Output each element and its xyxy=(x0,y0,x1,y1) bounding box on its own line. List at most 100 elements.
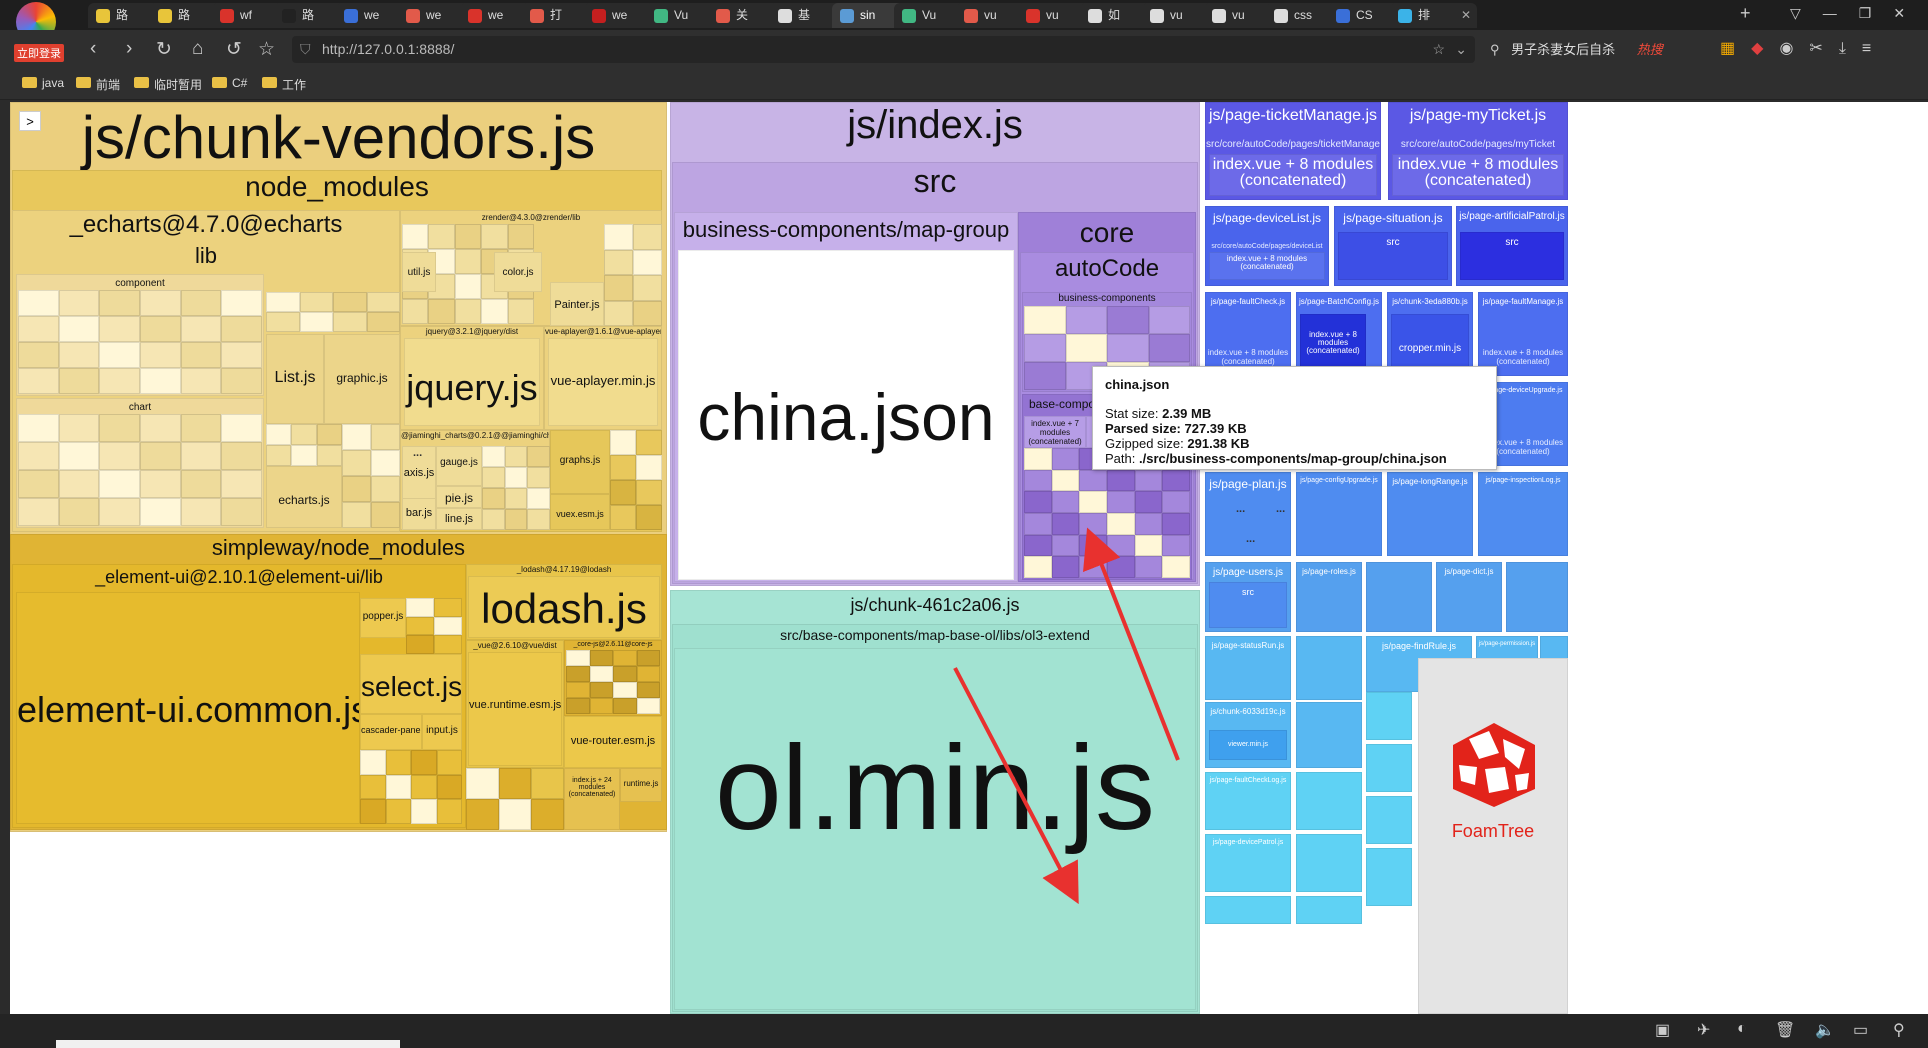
zrender-cell[interactable] xyxy=(454,299,482,324)
echarts-js[interactable]: echarts.js xyxy=(266,466,342,528)
business-cell[interactable] xyxy=(1065,306,1107,334)
base-cell[interactable] xyxy=(1107,491,1135,513)
echarts-misc[interactable] xyxy=(299,292,333,312)
page-misc[interactable] xyxy=(1205,896,1291,924)
vue-aplayer-js[interactable]: vue-aplayer.min.js xyxy=(548,338,658,426)
jiaminghi-cell[interactable] xyxy=(527,488,550,509)
jiaminghi-cell[interactable] xyxy=(504,488,528,509)
corejs-cell[interactable] xyxy=(636,682,660,698)
page-faultcheck[interactable]: js/page-faultCheck.js index.vue + 8 modul… xyxy=(1205,292,1291,376)
base-cell[interactable] xyxy=(1079,491,1107,513)
forward-icon[interactable]: › xyxy=(126,38,132,60)
ol-min-js[interactable]: ol.min.js xyxy=(674,648,1196,1010)
base-cell[interactable] xyxy=(1162,534,1190,557)
component-cell[interactable] xyxy=(58,290,100,316)
lodash-js[interactable]: lodash.js xyxy=(468,576,660,638)
window-icon[interactable]: ▭ xyxy=(1853,1020,1868,1040)
base-cell[interactable] xyxy=(1134,534,1163,557)
zrender-cell[interactable] xyxy=(604,300,633,326)
chart-cell[interactable] xyxy=(221,470,262,498)
sidebar-toggle-button[interactable]: > xyxy=(19,111,41,131)
pie-js[interactable]: pie.js xyxy=(436,486,482,508)
component-cell[interactable] xyxy=(180,290,222,316)
echarts-misc[interactable] xyxy=(291,424,317,445)
misc-cell[interactable] xyxy=(636,455,662,480)
china-json-cell[interactable]: china.json xyxy=(678,250,1014,580)
image-icon[interactable]: ▣ xyxy=(1655,1020,1670,1040)
echarts-misc[interactable] xyxy=(266,312,300,332)
jiaminghi-cell[interactable] xyxy=(504,446,528,467)
zrender-cell[interactable] xyxy=(633,249,662,275)
zrender-cell[interactable] xyxy=(481,224,508,249)
page-statusrun[interactable]: js/page-statusRun.js xyxy=(1205,636,1291,700)
zrender-cell[interactable] xyxy=(633,275,662,301)
zrender-cell[interactable] xyxy=(454,274,482,299)
page-roles[interactable]: js/page-roles.js xyxy=(1296,562,1362,632)
bookmark-item[interactable]: C# xyxy=(212,76,247,90)
base-cell[interactable] xyxy=(1079,469,1107,492)
misc-cell[interactable] xyxy=(610,430,636,455)
page-misc[interactable] xyxy=(1296,636,1362,700)
chart-cell[interactable] xyxy=(58,442,100,470)
echarts-misc[interactable] xyxy=(266,292,300,312)
zoom-icon[interactable]: ⚲ xyxy=(1893,1020,1905,1040)
business-cell[interactable] xyxy=(1148,306,1190,334)
zrender-cell[interactable] xyxy=(481,299,508,324)
element-cell[interactable] xyxy=(360,750,386,775)
base-cell[interactable] xyxy=(1051,513,1080,535)
element-cell[interactable] xyxy=(360,799,386,824)
page-misc[interactable] xyxy=(1296,702,1362,768)
base-cell[interactable] xyxy=(1107,556,1135,578)
echarts-misc[interactable] xyxy=(342,424,371,450)
restore-icon[interactable]: ❐ xyxy=(1859,5,1894,21)
zrender-cell[interactable] xyxy=(507,224,534,249)
component-cell[interactable] xyxy=(99,290,140,316)
chart-cell[interactable] xyxy=(140,470,181,498)
element-cell[interactable] xyxy=(436,750,462,775)
base-cell[interactable] xyxy=(1134,491,1163,513)
chart-cell[interactable] xyxy=(18,470,59,498)
color-js[interactable]: color.js xyxy=(494,252,542,292)
base-cell[interactable] xyxy=(1162,469,1190,492)
echarts-misc[interactable] xyxy=(342,502,371,528)
base-cell[interactable] xyxy=(1024,469,1052,492)
base-cell[interactable] xyxy=(1024,448,1052,470)
echarts-misc[interactable] xyxy=(316,424,342,445)
element-ui-js[interactable]: element-ui.common.js xyxy=(16,592,360,824)
undo-icon[interactable]: ↺ xyxy=(226,38,242,61)
element-cell[interactable] xyxy=(411,750,437,775)
corejs-cell[interactable] xyxy=(566,682,590,698)
chart-cell[interactable] xyxy=(58,470,100,498)
chart-cell[interactable] xyxy=(221,498,262,526)
component-cell[interactable] xyxy=(180,316,222,342)
component-cell[interactable] xyxy=(58,368,100,394)
corejs-cell[interactable] xyxy=(589,698,613,714)
chart-cell[interactable] xyxy=(180,442,222,470)
business-cell[interactable] xyxy=(1107,306,1149,334)
component-cell[interactable] xyxy=(58,342,100,368)
element-cell[interactable] xyxy=(434,635,462,654)
element-cell[interactable] xyxy=(411,799,437,824)
element-cell[interactable] xyxy=(360,774,386,800)
component-cell[interactable] xyxy=(18,342,59,368)
ticket-module[interactable]: index.vue + 8 modules (concatenated) xyxy=(1209,154,1377,196)
chart-cell[interactable] xyxy=(18,414,59,442)
zrender-cell[interactable] xyxy=(454,249,482,274)
echarts-misc[interactable] xyxy=(371,502,400,528)
base-cell[interactable] xyxy=(1162,491,1190,513)
page-misc[interactable] xyxy=(1366,692,1412,740)
chart-cell[interactable] xyxy=(221,442,262,470)
vue-misc-cell[interactable] xyxy=(531,799,564,830)
jiaminghi-cell[interactable] xyxy=(527,509,550,530)
base-cell[interactable] xyxy=(1051,469,1080,492)
login-badge[interactable]: 立即登录 xyxy=(14,44,64,62)
vue-misc-cell[interactable] xyxy=(498,799,532,830)
page-plan[interactable]: js/page-plan.js............ xyxy=(1205,472,1291,556)
element-cell[interactable] xyxy=(434,616,462,636)
business-cell[interactable] xyxy=(1024,306,1066,334)
night-mode-icon[interactable]: ◐ xyxy=(1737,1020,1747,1038)
zrender-cell[interactable] xyxy=(428,299,455,324)
list-js[interactable]: List.js xyxy=(266,334,324,424)
menu-icon[interactable]: ▽ xyxy=(1790,5,1823,21)
base-cell[interactable] xyxy=(1107,534,1135,557)
